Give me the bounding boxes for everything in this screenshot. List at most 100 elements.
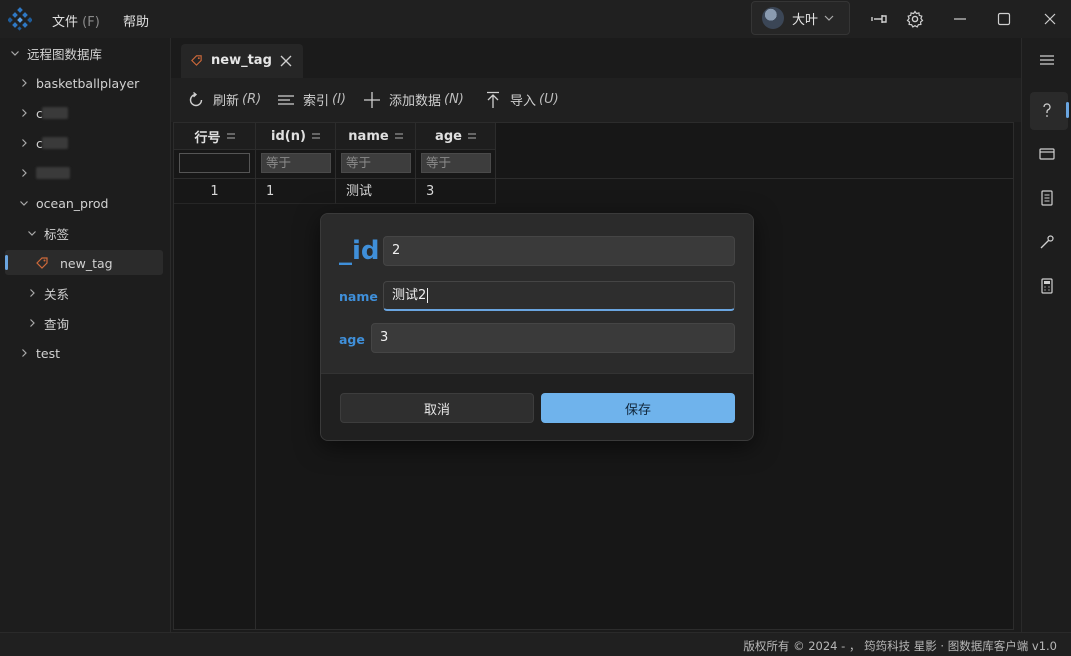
redacted-block: [42, 107, 68, 119]
sidebar-item-ocean-prod[interactable]: ocean_prod: [0, 190, 170, 216]
close-icon[interactable]: [279, 54, 293, 68]
sidebar-item-label: new_tag: [60, 255, 113, 271]
chevron-down-icon: [824, 15, 834, 21]
column-header-label: name: [348, 128, 389, 144]
column-header-label: age: [435, 128, 462, 144]
column-header-id[interactable]: id(n): [256, 123, 336, 150]
name-field-value: 测试2: [392, 288, 427, 303]
gear-icon[interactable]: [905, 9, 925, 29]
tag-icon: [36, 257, 48, 269]
name-field[interactable]: 测试2: [383, 281, 735, 311]
id-field-label: _id: [339, 236, 380, 266]
import-label: 导入: [510, 94, 537, 109]
pin-icon[interactable]: [870, 9, 890, 29]
tag-icon: [191, 55, 202, 66]
calculator-icon[interactable]: [1037, 276, 1057, 296]
card-icon[interactable]: [1037, 144, 1057, 164]
right-panel: [1021, 38, 1071, 632]
user-menu[interactable]: 大叶: [751, 1, 850, 35]
sidebar-item-space-4[interactable]: [0, 160, 170, 186]
index-accelerator: (I): [332, 92, 346, 107]
sidebar-item-label: basketballplayer: [36, 75, 140, 91]
text-cursor: [427, 288, 429, 303]
sidebar-item-label: 查询: [44, 316, 70, 332]
import-accelerator: (U): [539, 92, 559, 107]
column-menu-icon[interactable]: [394, 133, 403, 139]
sidebar-item-space-2[interactable]: c: [0, 100, 170, 126]
column-header-label: id(n): [271, 128, 306, 144]
list-icon: [278, 94, 294, 105]
redacted-block: [36, 167, 70, 179]
column-header-name[interactable]: name: [336, 123, 416, 150]
sidebar-item-label: test: [36, 345, 61, 361]
menu-file[interactable]: 文件 (F): [52, 11, 100, 30]
minimize-icon[interactable]: [950, 9, 970, 29]
sidebar-item-root[interactable]: 远程图数据库: [0, 40, 170, 66]
column-header-age[interactable]: age: [416, 123, 496, 150]
filter-cell: 等于: [256, 150, 336, 178]
sidebar: 远程图数据库 basketballplayer c c ocean_prod 标…: [0, 38, 171, 632]
column-menu-icon[interactable]: [226, 133, 235, 139]
import-button[interactable]: 导入 (U): [484, 90, 559, 109]
help-icon[interactable]: [1037, 100, 1057, 120]
chevron-down-icon: [28, 231, 36, 236]
maximize-icon[interactable]: [994, 9, 1014, 29]
toolbar: 刷新 (R) 索引 (I) 添加数据 (N) 导入 (U): [171, 78, 1021, 122]
age-field[interactable]: 3: [371, 323, 735, 353]
menu-icon[interactable]: [1037, 50, 1057, 70]
sidebar-item-query[interactable]: 查询: [0, 310, 170, 336]
sidebar-item-new-tag[interactable]: new_tag: [0, 250, 170, 276]
document-icon[interactable]: [1037, 188, 1057, 208]
sidebar-item-test[interactable]: test: [0, 340, 170, 366]
chevron-right-icon: [22, 349, 27, 357]
column-menu-icon[interactable]: [311, 133, 320, 139]
sidebar-item-tags[interactable]: 标签: [0, 220, 170, 246]
table-cell-id[interactable]: 1: [256, 179, 336, 204]
chevron-right-icon: [30, 319, 35, 327]
menu-help[interactable]: 帮助: [123, 11, 149, 30]
filter-input-id[interactable]: 等于: [261, 153, 331, 173]
cancel-button[interactable]: 取消: [340, 393, 534, 423]
table-cell-name[interactable]: 测试: [336, 179, 416, 204]
id-field[interactable]: 2: [383, 236, 735, 266]
close-icon[interactable]: [1040, 9, 1060, 29]
refresh-label: 刷新: [213, 94, 240, 109]
filter-input-age[interactable]: 等于: [421, 153, 491, 173]
app-logo-icon: [8, 7, 32, 31]
menu-file-label: 文件: [52, 15, 79, 30]
chevron-down-icon: [20, 201, 28, 206]
menu-file-accelerator: (F): [82, 15, 100, 30]
table-cell-row-number[interactable]: 1: [174, 179, 256, 204]
column-menu-icon[interactable]: [467, 133, 476, 139]
title-bar: 文件 (F) 帮助 大叶: [0, 0, 1071, 38]
name-field-label: name: [339, 289, 378, 304]
chevron-right-icon: [30, 289, 35, 297]
user-name: 大叶: [792, 12, 819, 28]
add-data-accelerator: (N): [444, 92, 464, 107]
column-header-label: 行号: [194, 130, 221, 146]
tab-new-tag[interactable]: new_tag: [181, 44, 303, 78]
refresh-button[interactable]: 刷新 (R): [187, 90, 261, 109]
table-cell-age[interactable]: 3: [416, 179, 496, 204]
redacted-block: [42, 137, 68, 149]
avatar: [762, 7, 784, 29]
chevron-right-icon: [22, 169, 27, 177]
filter-input-name[interactable]: 等于: [341, 153, 411, 173]
sidebar-item-basketballplayer[interactable]: basketballplayer: [0, 70, 170, 96]
filter-input-row-number[interactable]: [179, 153, 250, 173]
sidebar-item-space-3[interactable]: c: [0, 130, 170, 156]
save-button[interactable]: 保存: [541, 393, 735, 423]
add-data-button[interactable]: 添加数据 (N): [363, 90, 464, 109]
magic-wand-icon[interactable]: [1037, 232, 1057, 252]
sidebar-item-label: 关系: [44, 286, 70, 302]
age-field-label: age: [339, 332, 365, 347]
column-header-row-number[interactable]: 行号: [174, 123, 256, 150]
index-button[interactable]: 索引 (I): [277, 90, 346, 109]
tab-bar: new_tag: [171, 38, 1021, 78]
chevron-right-icon: [22, 109, 27, 117]
sidebar-item-label: ocean_prod: [36, 195, 109, 211]
copyright-text: 版权所有 © 2024 - ， 筠筠科技 星影 · 图数据库客户端 v1.0: [743, 639, 1057, 653]
sidebar-item-relations[interactable]: 关系: [0, 280, 170, 306]
refresh-icon: [189, 91, 203, 106]
tab-label: new_tag: [211, 53, 272, 68]
